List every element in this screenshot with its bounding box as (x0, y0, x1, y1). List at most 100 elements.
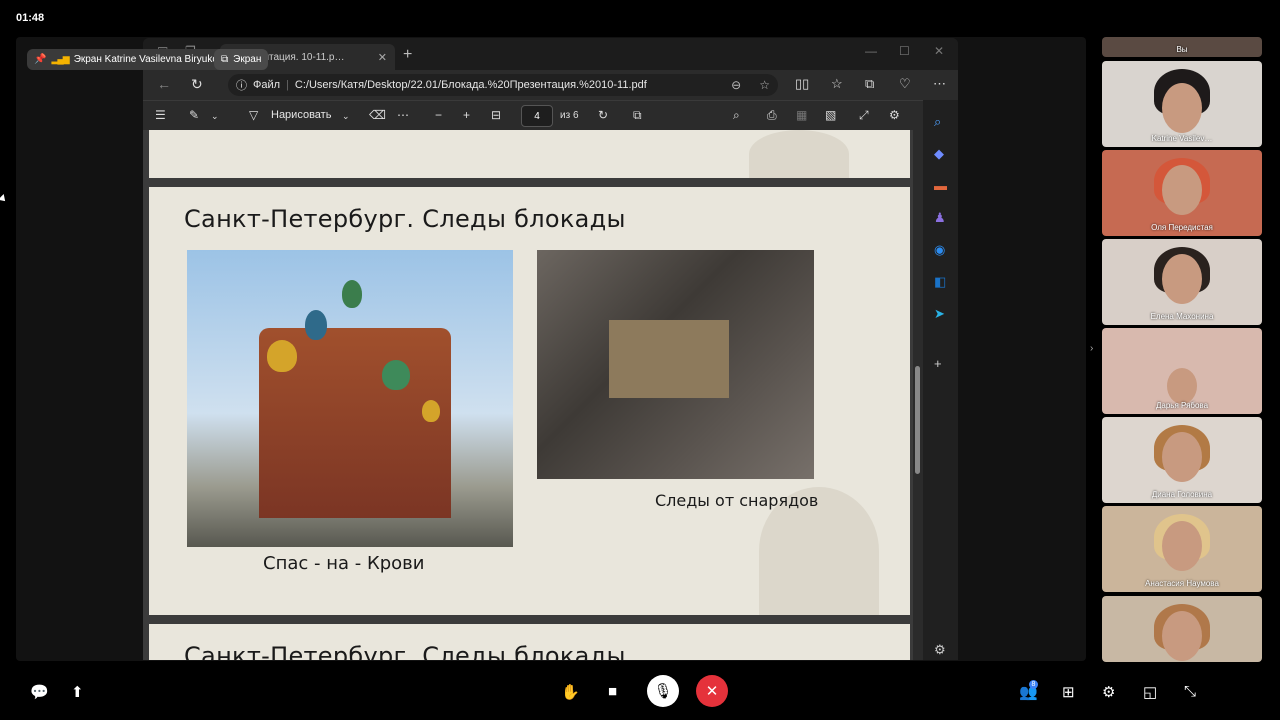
print-icon[interactable]: ⎙ (767, 108, 777, 123)
sidebar-add-icon[interactable]: + (934, 356, 942, 371)
highlight-icon[interactable]: ✎ (189, 108, 199, 122)
share-screen-icon[interactable]: ⬆ (71, 683, 84, 701)
status-clock: 01:48 (16, 12, 45, 24)
participant-tile-self[interactable]: Вы (1102, 37, 1262, 57)
participants-badge: 8 (1029, 680, 1038, 689)
collections-icon[interactable]: ⧉ (865, 76, 874, 92)
presenter-chip[interactable]: 📌 ▂▄▆ Экран Katrine Vasilevna Biryukova (27, 49, 236, 70)
minimize-icon[interactable]: — (865, 44, 877, 58)
maximize-icon[interactable]: ☐ (899, 44, 910, 58)
chat-icon[interactable]: 💬 (30, 683, 49, 701)
pdf-toolbar: ☰ ✎ ⌄ ▽ Нарисовать ⌄ ⌫ ⋯ − + ⊟ 4 из 6 ↻ … (143, 100, 923, 130)
close-tab-icon[interactable]: ✕ (378, 51, 387, 64)
page-view-icon[interactable]: ⧉ (633, 108, 642, 123)
participant-face (1162, 165, 1202, 215)
save-as-icon[interactable]: ▧ (825, 108, 836, 122)
participant-tile[interactable]: Дарья Рябова (1102, 328, 1262, 414)
watermark-building (749, 130, 849, 178)
address-url: C:/Users/Катя/Desktop/22.01/Блокада.%20П… (294, 79, 647, 91)
shell-marks-photo (537, 250, 814, 479)
cathedral-photo (187, 250, 513, 547)
participant-tile[interactable] (1102, 596, 1262, 662)
fit-page-icon[interactable]: ⊟ (491, 108, 501, 122)
participant-name: Елена Махонина (1150, 312, 1214, 321)
draw-label[interactable]: Нарисовать (271, 109, 331, 121)
scrollbar-thumb[interactable] (915, 366, 920, 474)
participant-face (1167, 368, 1197, 404)
address-scheme: Файл (253, 79, 281, 91)
sidebar-search-icon[interactable]: ⌕ (934, 114, 941, 130)
participant-tile[interactable]: Диана Головина (1102, 417, 1262, 503)
sidebar-games-icon[interactable]: ♟ (934, 210, 946, 226)
pdf-scrollbar[interactable] (913, 130, 923, 660)
settings-icon[interactable]: ⚙ (1102, 683, 1115, 701)
participant-name: Дарья Рябова (1155, 401, 1209, 410)
participant-name: Katrine Vasilev… (1151, 134, 1213, 143)
favorite-star-icon[interactable]: ☆ (759, 78, 770, 92)
screen-chip[interactable]: ⧉ Экран (214, 49, 269, 70)
close-window-icon[interactable]: ✕ (934, 44, 944, 58)
draw-dropdown-icon[interactable]: ⌄ (342, 111, 350, 122)
highlight-dropdown-icon[interactable]: ⌄ (211, 111, 219, 122)
participant-face (1162, 254, 1202, 304)
participant-name: Вы (1176, 45, 1188, 54)
dome (342, 280, 362, 308)
pdf-viewer[interactable]: Санкт-Петербург. Следы блокады Спас - на… (143, 130, 923, 660)
new-tab-button[interactable]: + (403, 46, 412, 64)
dome (305, 310, 327, 340)
back-icon[interactable]: ← (157, 76, 171, 92)
participant-tile[interactable]: Оля Передистая (1102, 150, 1262, 236)
camera-icon[interactable]: ■ (608, 683, 617, 700)
draw-icon[interactable]: ▽ (249, 108, 258, 122)
dome (267, 340, 297, 372)
search-icon[interactable]: ⌕ (733, 108, 740, 123)
address-bar[interactable]: ⓘ Файл | C:/Users/Катя/Desktop/22.01/Бло… (228, 74, 778, 96)
page-number-input[interactable]: 4 (521, 105, 553, 127)
save-icon[interactable]: ▦ (796, 108, 807, 122)
contents-icon[interactable]: ☰ (155, 108, 166, 122)
zoom-in-icon[interactable]: + (463, 108, 470, 122)
mic-muted-icon[interactable]: 🎙 (647, 675, 679, 707)
participant-tile[interactable]: Katrine Vasilev… (1102, 61, 1262, 147)
sidebar-send-icon[interactable]: ➤ (934, 306, 945, 322)
sidebar-settings-icon[interactable]: ⚙ (934, 642, 946, 658)
sidebar-tools-icon[interactable]: ▬ (934, 178, 947, 193)
mouse-cursor-icon (0, 194, 8, 204)
window-icon[interactable]: ◱ (1143, 683, 1157, 701)
caption-cathedral: Спас - на - Крови (263, 553, 425, 574)
participant-tile[interactable]: Елена Махонина (1102, 239, 1262, 325)
more-icon[interactable]: ⋯ (933, 76, 946, 92)
participant-name: Анастасия Наумова (1145, 579, 1219, 588)
caption-shell-marks: Следы от снарядов (655, 491, 819, 510)
reading-view-icon[interactable]: ▯▯ (795, 76, 809, 92)
zoom-icon[interactable]: ⊖ (731, 78, 741, 92)
refresh-icon[interactable]: ↻ (191, 76, 203, 93)
dome (382, 360, 410, 390)
sidebar-copilot-icon[interactable]: ◉ (934, 242, 945, 258)
conference-app: 01:48 📌 ▂▄▆ Экран Katrine Vasilevna Biry… (0, 0, 1280, 720)
performance-icon[interactable]: ♡ (899, 76, 911, 92)
edge-sidebar: ⌕ ◆ ▬ ♟ ◉ ◧ ➤ + ⚙ (923, 100, 958, 660)
sidebar-outlook-icon[interactable]: ◧ (934, 274, 946, 290)
rotate-icon[interactable]: ↻ (598, 108, 608, 122)
more-tools-icon[interactable]: ⋯ (397, 108, 409, 122)
hangup-icon[interactable]: ✕ (696, 675, 728, 707)
fullscreen-icon[interactable]: ⤢ (859, 108, 869, 123)
favorites-icon[interactable]: ☆ (831, 76, 843, 92)
eraser-icon[interactable]: ⌫ (369, 108, 386, 122)
screen-share-icon: ⧉ (221, 54, 229, 65)
collapse-panel-chevron-icon[interactable]: › (1090, 343, 1093, 354)
collapse-icon[interactable]: ⤡ (1184, 683, 1196, 700)
sidebar-tag-icon[interactable]: ◆ (934, 146, 944, 162)
screen-chip-label: Экран (233, 54, 262, 65)
pdf-settings-icon[interactable]: ⚙ (889, 108, 900, 122)
grid-icon[interactable]: ⊞ (1062, 683, 1075, 701)
participant-name: Оля Передистая (1151, 223, 1213, 232)
shared-browser-window: ▣ ❐ ▤ …зентация. 10-11.p… ✕ + — ☐ ✕ ← ↻ … (143, 38, 958, 660)
raise-hand-icon[interactable]: ✋ (561, 683, 580, 701)
memorial-plaque (609, 320, 729, 398)
address-divider: | (286, 79, 289, 91)
zoom-out-icon[interactable]: − (435, 108, 442, 122)
participant-tile[interactable]: Анастасия Наумова (1102, 506, 1262, 592)
slide-title: Санкт-Петербург. Следы блокады (184, 205, 626, 233)
